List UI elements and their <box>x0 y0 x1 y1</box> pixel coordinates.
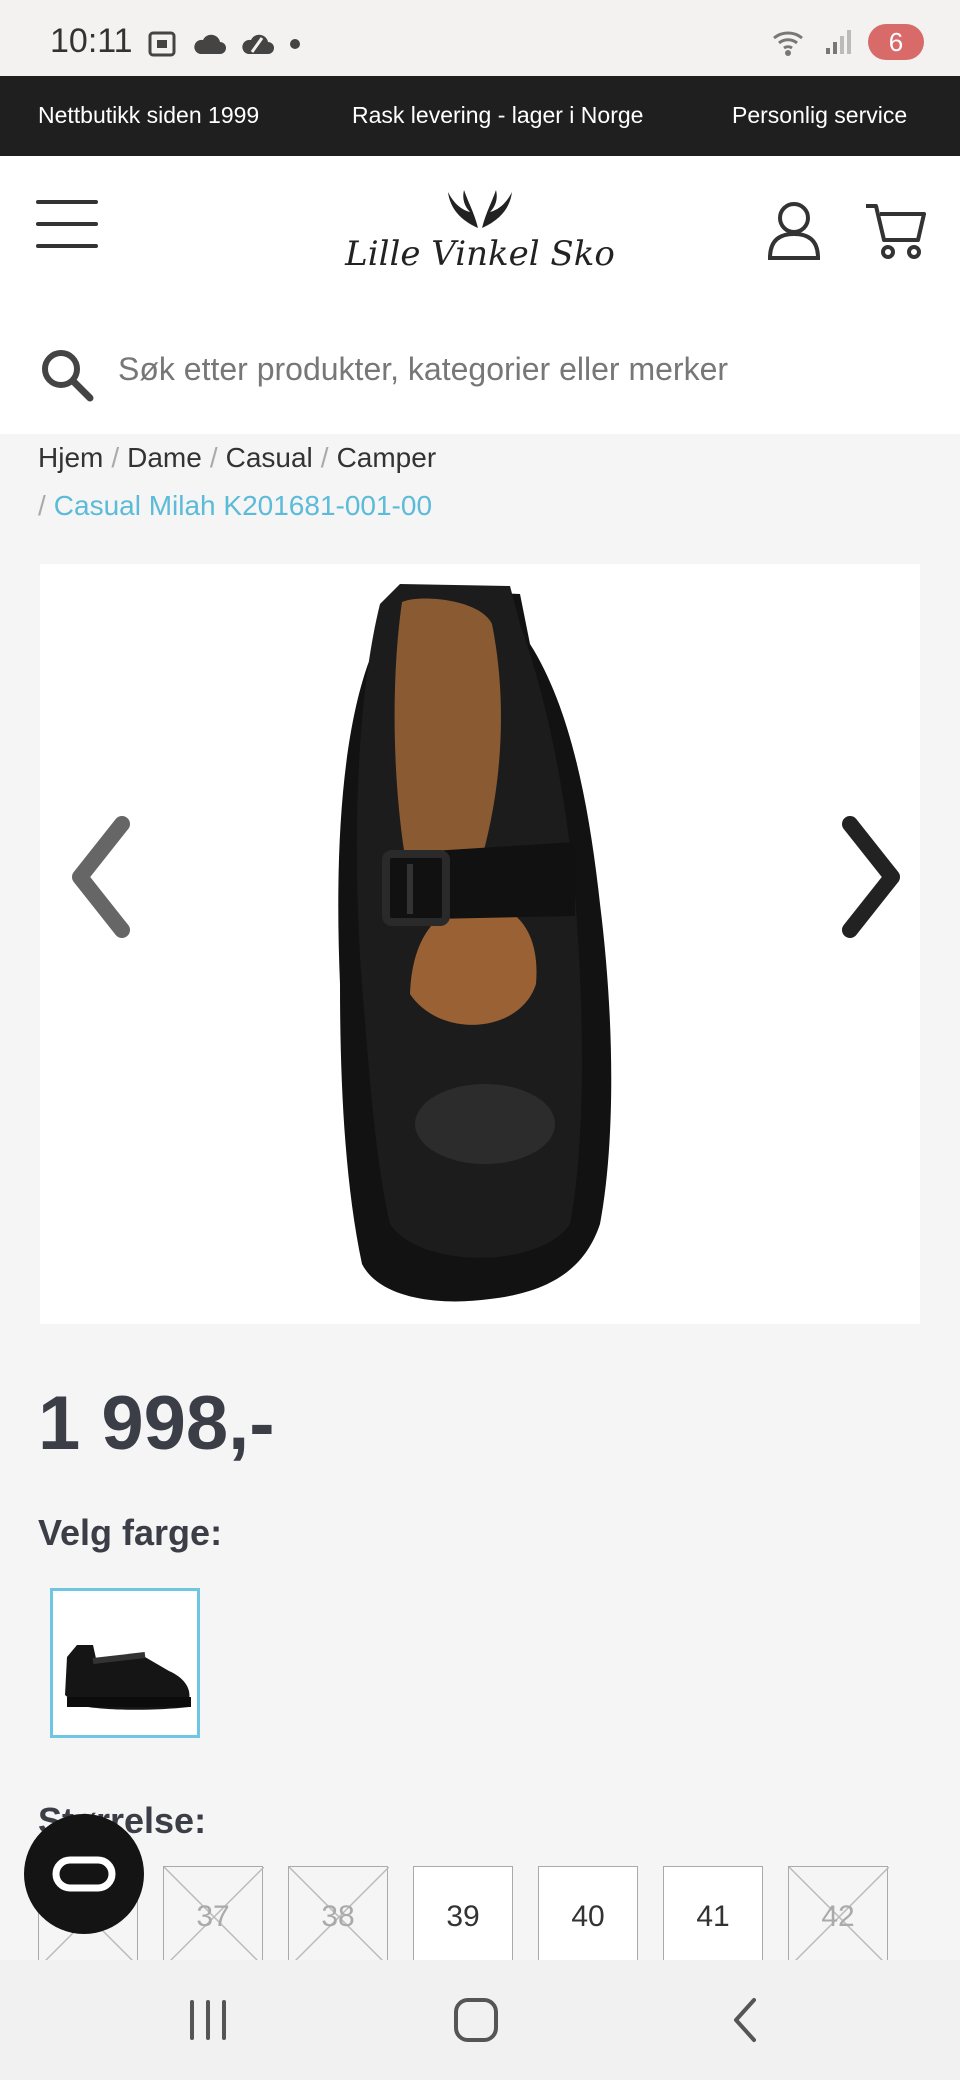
promo-item-service: Personlig service <box>732 102 908 128</box>
status-notification-icons <box>146 28 302 60</box>
weather-cloud-icon <box>242 34 274 54</box>
status-system-icons: 6 <box>770 24 924 60</box>
breadcrumb-separator: / <box>38 490 46 521</box>
size-option-label: 40 <box>571 1900 605 1933</box>
product-price: 1 998,- <box>38 1381 275 1466</box>
chat-widget-button[interactable] <box>24 1814 144 1934</box>
size-option-label: 38 <box>321 1900 355 1933</box>
promo-item-since-1999: Nettbutikk siden 1999 <box>38 102 260 128</box>
breadcrumb-casual[interactable]: Casual <box>226 442 313 473</box>
breadcrumb-home[interactable]: Hjem <box>38 442 103 473</box>
chat-widget-icon <box>52 1856 116 1892</box>
search-bar <box>0 306 960 434</box>
battery-indicator: 6 <box>868 24 924 60</box>
search-input[interactable] <box>118 336 928 402</box>
breadcrumb-camper[interactable]: Camper <box>337 442 437 473</box>
breadcrumb-current: Casual Milah K201681-001-00 <box>53 490 433 521</box>
next-image-arrow[interactable] <box>842 816 900 938</box>
breadcrumb-dame[interactable]: Dame <box>127 442 202 473</box>
cloud-icon <box>194 34 226 54</box>
size-option-label: 41 <box>696 1900 730 1933</box>
color-swatch-black[interactable] <box>50 1588 200 1738</box>
size-option-39[interactable]: 39 <box>413 1866 513 1966</box>
breadcrumb-separator: / <box>320 442 329 473</box>
system-navigation-bar <box>0 1960 960 2080</box>
product-image[interactable] <box>40 564 920 1324</box>
signal-icon <box>826 30 851 54</box>
size-option-41[interactable]: 41 <box>663 1866 763 1966</box>
antler-logo-icon <box>448 190 512 228</box>
promo-item-delivery: Rask levering - lager i Norge <box>352 102 644 128</box>
size-option-42[interactable]: 42 <box>788 1866 889 1967</box>
status-time: 10:11 <box>50 22 133 60</box>
size-option-40[interactable]: 40 <box>538 1866 638 1966</box>
size-option-38[interactable]: 38 <box>288 1866 389 1967</box>
breadcrumb-separator: / <box>209 442 218 473</box>
site-logo[interactable]: Lille Vinkel Sko <box>330 186 630 281</box>
wifi-icon <box>773 31 803 56</box>
shopping-cart-icon[interactable] <box>864 200 928 260</box>
dot-icon <box>290 39 300 49</box>
size-option-label: 37 <box>196 1900 230 1933</box>
hamburger-menu-icon[interactable] <box>36 200 98 248</box>
size-option-37[interactable]: 37 <box>163 1866 264 1967</box>
breadcrumb: Hjem / Dame / Casual / Camper / Casual Milah K2… <box>38 434 928 530</box>
previous-image-arrow[interactable] <box>72 816 130 938</box>
color-label: Velg farge: <box>38 1512 223 1553</box>
user-account-icon[interactable] <box>766 200 822 260</box>
promo-bar: Nettbutikk siden 1999 Rask levering - la… <box>0 76 960 156</box>
color-swatch-image <box>65 1645 191 1710</box>
back-icon[interactable] <box>716 1990 776 2050</box>
size-option-label: 39 <box>446 1900 480 1933</box>
product-image-gallery <box>40 564 920 1324</box>
size-option-label: 42 <box>821 1900 855 1933</box>
home-icon[interactable] <box>446 1990 506 2050</box>
site-header: Lille Vinkel Sko <box>0 156 960 306</box>
screenshot-icon <box>148 31 176 57</box>
search-icon[interactable] <box>38 346 94 402</box>
recent-apps-icon[interactable] <box>178 1990 238 2050</box>
logo-wordmark: Lille Vinkel Sko <box>345 234 615 274</box>
status-bar: 10:11 6 <box>0 0 960 76</box>
breadcrumb-separator: / <box>111 442 120 473</box>
